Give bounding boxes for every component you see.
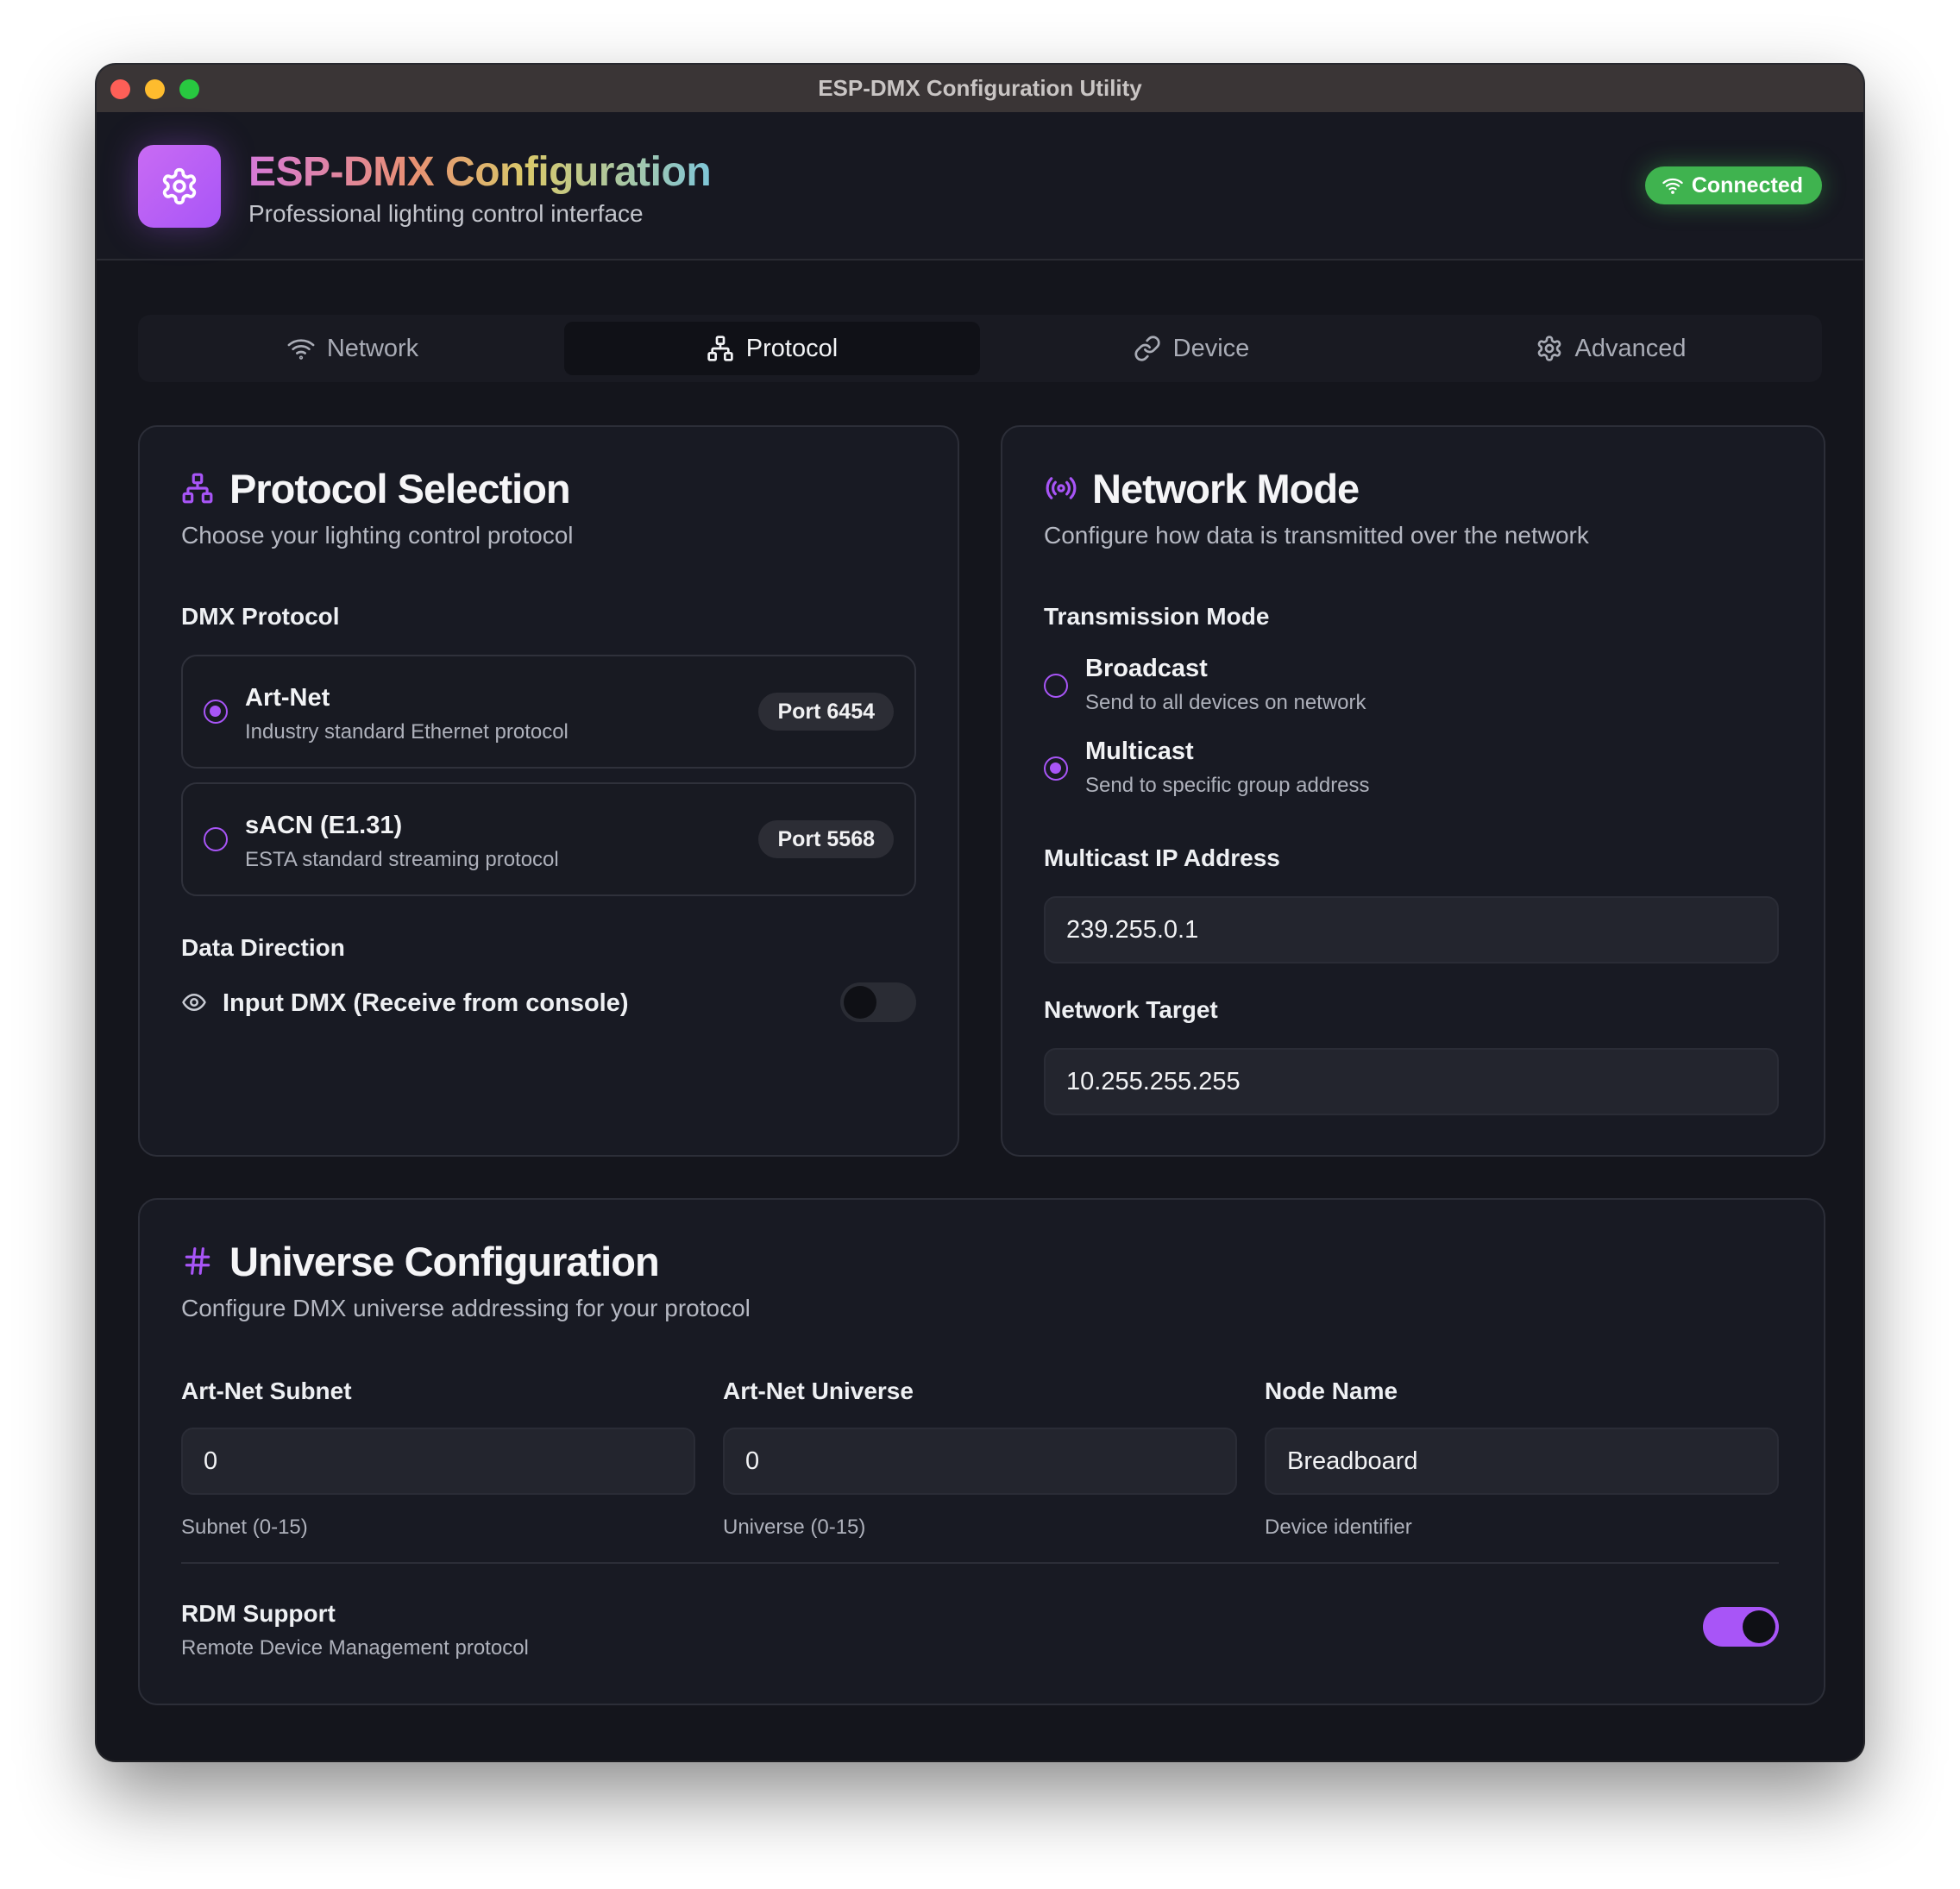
- rdm-support-label: RDM Support: [181, 1600, 336, 1627]
- artnet-universe-hint: Universe (0-15): [723, 1516, 866, 1539]
- tab-advanced[interactable]: Advanced: [1403, 322, 1819, 375]
- toggle-knob: [1743, 1610, 1775, 1643]
- network-tree-icon: [181, 472, 214, 505]
- data-direction-label: Data Direction: [181, 934, 345, 961]
- multicast-description: Send to specific group address: [1085, 774, 1370, 797]
- artnet-name: Art-Net: [245, 684, 330, 712]
- tab-bar: Network Protocol Device Advanced: [138, 315, 1822, 382]
- transmission-mode-label: Transmission Mode: [1044, 603, 1270, 630]
- network-mode-card: Network Mode Configure how data is trans…: [1001, 425, 1825, 1157]
- artnet-subnet-hint: Subnet (0-15): [181, 1516, 308, 1539]
- artnet-subnet-label: Art-Net Subnet: [181, 1378, 352, 1404]
- network-mode-title: Network Mode: [1092, 466, 1360, 511]
- tab-device-label: Device: [1172, 334, 1250, 362]
- input-dmx-toggle[interactable]: [840, 982, 916, 1022]
- protocol-selection-title: Protocol Selection: [229, 466, 571, 511]
- network-mode-description: Configure how data is transmitted over t…: [1044, 522, 1589, 549]
- app-header: ESP-DMX Configuration Professional light…: [97, 112, 1863, 260]
- toggle-knob: [844, 986, 876, 1019]
- sacn-radio[interactable]: [204, 827, 228, 851]
- node-name-hint: Device identifier: [1265, 1516, 1412, 1539]
- node-name-label: Node Name: [1265, 1378, 1398, 1404]
- connection-status-text: Connected: [1691, 173, 1803, 198]
- broadcast-name: Broadcast: [1085, 655, 1208, 682]
- eye-icon: [181, 989, 207, 1015]
- broadcast-signal-icon: [1044, 472, 1078, 505]
- tab-device[interactable]: Device: [983, 322, 1399, 375]
- protocol-option-artnet[interactable]: Art-Net Industry standard Ethernet proto…: [181, 655, 916, 769]
- artnet-subnet-input[interactable]: 0: [181, 1428, 695, 1495]
- app-subtitle: Professional lighting control interface: [248, 200, 644, 227]
- hash-icon: [181, 1245, 214, 1277]
- tab-advanced-label: Advanced: [1574, 334, 1687, 362]
- universe-configuration-description: Configure DMX universe addressing for yo…: [181, 1295, 751, 1321]
- tab-network[interactable]: Network: [145, 322, 561, 375]
- artnet-universe-input[interactable]: 0: [723, 1428, 1237, 1495]
- artnet-radio[interactable]: [204, 700, 228, 724]
- connection-status-badge: Connected: [1644, 166, 1822, 204]
- multicast-radio[interactable]: [1044, 756, 1068, 781]
- dmx-protocol-label: DMX Protocol: [181, 603, 340, 630]
- transmission-option-multicast[interactable]: Multicast Send to specific group address: [1044, 736, 1561, 805]
- input-dmx-label: Input DMX (Receive from console): [223, 989, 629, 1017]
- app-title: ESP-DMX Configuration: [248, 149, 712, 195]
- universe-configuration-card: Universe Configuration Configure DMX uni…: [138, 1198, 1825, 1705]
- app-logo: [138, 145, 221, 228]
- artnet-description: Industry standard Ethernet protocol: [245, 720, 569, 744]
- network-target-input[interactable]: 10.255.255.255: [1044, 1048, 1779, 1115]
- tab-protocol[interactable]: Protocol: [564, 322, 980, 375]
- network-target-label: Network Target: [1044, 996, 1218, 1023]
- node-name-input[interactable]: Breadboard: [1265, 1428, 1779, 1495]
- rdm-support-toggle[interactable]: [1703, 1607, 1779, 1647]
- sacn-name: sACN (E1.31): [245, 812, 403, 839]
- gear-icon: [160, 166, 199, 206]
- artnet-universe-label: Art-Net Universe: [723, 1378, 914, 1404]
- link-icon: [1134, 335, 1161, 362]
- multicast-ip-label: Multicast IP Address: [1044, 844, 1280, 871]
- title-bar: ESP-DMX Configuration Utility: [97, 65, 1863, 113]
- section-divider: [181, 1562, 1779, 1564]
- app-window: ESP-DMX Configuration Utility ESP-DMX Co…: [97, 65, 1863, 1760]
- tab-network-label: Network: [326, 334, 419, 362]
- gear-icon: [1536, 335, 1563, 362]
- broadcast-radio[interactable]: [1044, 674, 1068, 698]
- tab-protocol-label: Protocol: [745, 334, 839, 362]
- network-tree-icon: [707, 335, 734, 362]
- protocol-selection-card: Protocol Selection Choose your lighting …: [138, 425, 959, 1157]
- protocol-selection-description: Choose your lighting control protocol: [181, 522, 574, 549]
- sacn-port-badge: Port 5568: [758, 820, 894, 858]
- window-title: ESP-DMX Configuration Utility: [818, 75, 1142, 101]
- artnet-port-badge: Port 6454: [758, 693, 894, 731]
- broadcast-description: Send to all devices on network: [1085, 691, 1366, 714]
- wifi-icon: [1662, 175, 1683, 196]
- rdm-support-description: Remote Device Management protocol: [181, 1636, 529, 1660]
- sacn-description: ESTA standard streaming protocol: [245, 848, 559, 871]
- multicast-ip-input[interactable]: 239.255.0.1: [1044, 896, 1779, 963]
- multicast-name: Multicast: [1085, 737, 1194, 765]
- universe-configuration-title: Universe Configuration: [229, 1239, 660, 1284]
- protocol-option-sacn[interactable]: sACN (E1.31) ESTA standard streaming pro…: [181, 782, 916, 896]
- transmission-option-broadcast[interactable]: Broadcast Send to all devices on network: [1044, 653, 1561, 722]
- wifi-icon: [287, 335, 315, 362]
